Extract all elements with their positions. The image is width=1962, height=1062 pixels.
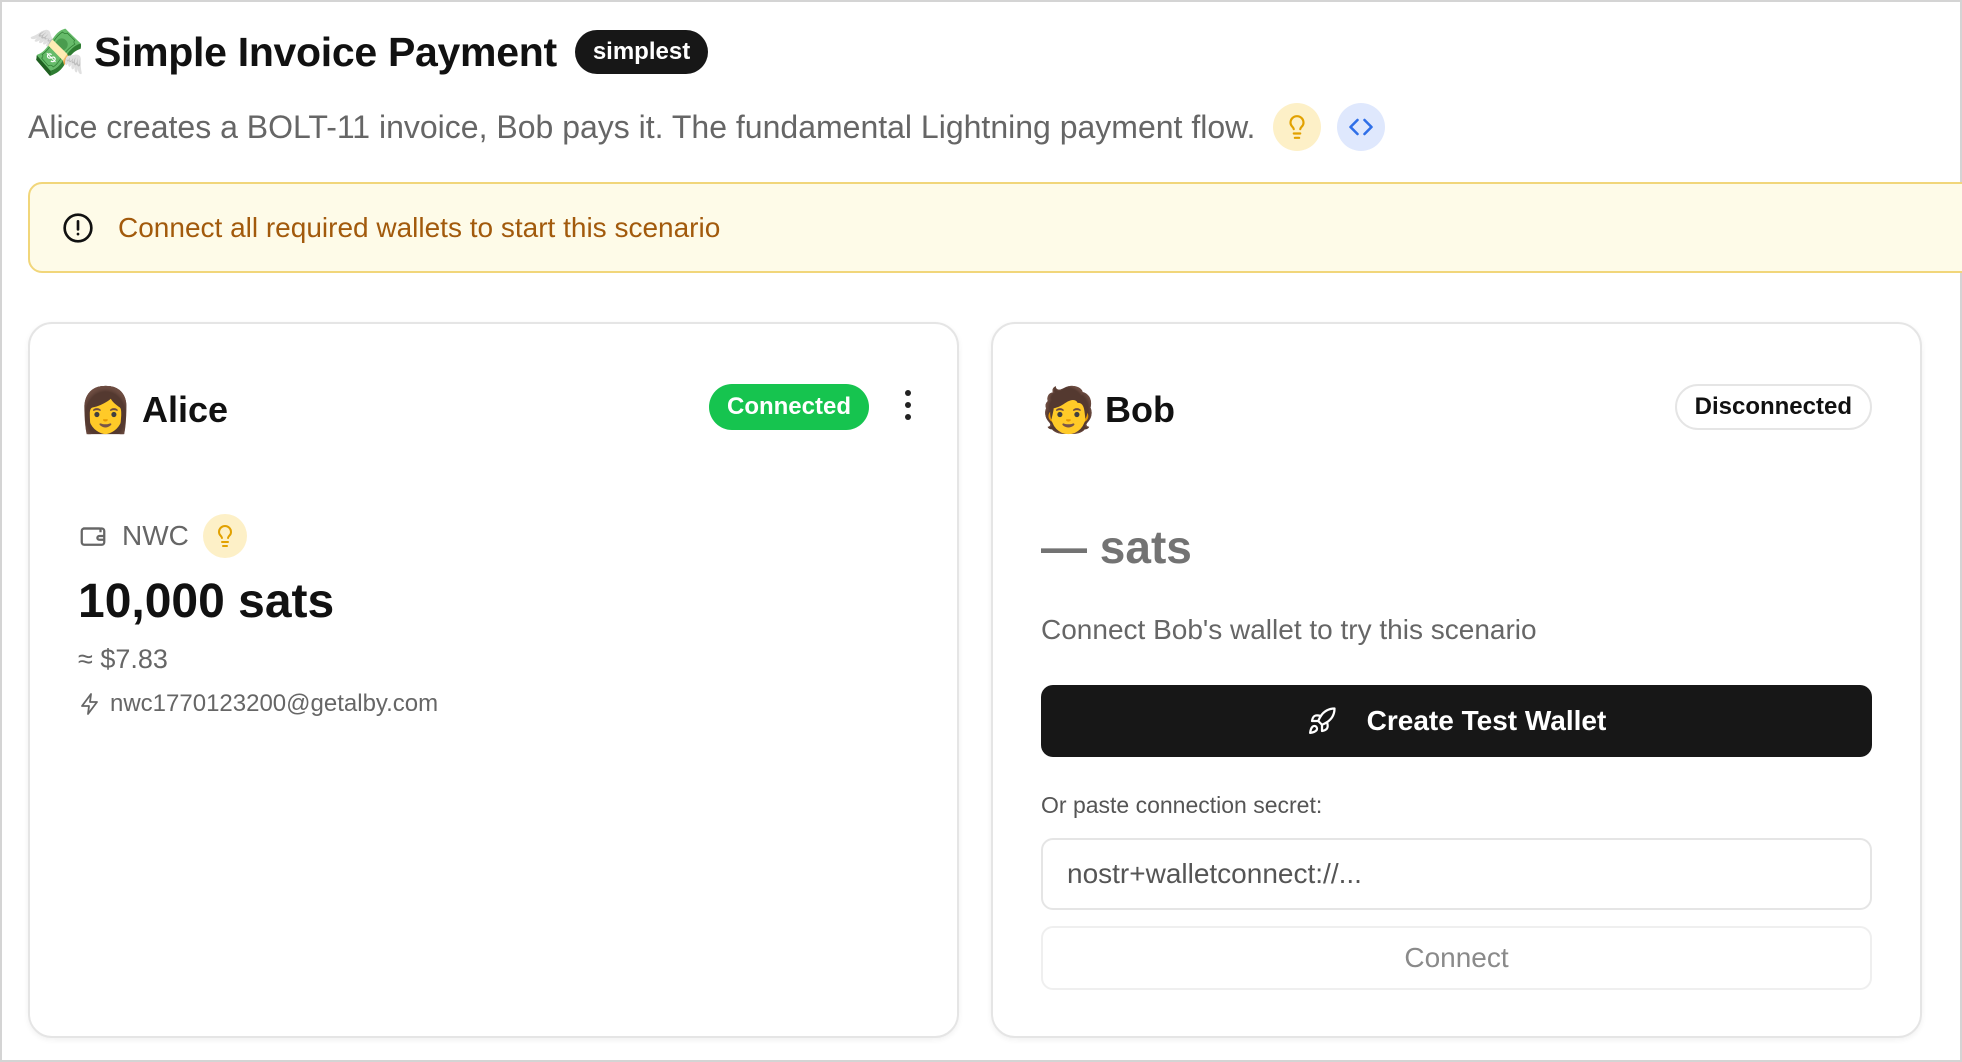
alice-status-badge: Connected bbox=[708, 384, 869, 430]
paste-secret-label: Or paste connection secret: bbox=[1041, 792, 1323, 818]
money-wings-emoji-icon: 💸 bbox=[28, 25, 86, 78]
bob-connect-hint: Connect Bob's wallet to try this scenari… bbox=[1041, 614, 1537, 645]
wallet-type-label: NWC bbox=[122, 520, 189, 551]
scenario-header: 💸 Simple Invoice Payment simplest bbox=[28, 24, 709, 80]
page-title: Simple Invoice Payment bbox=[94, 28, 557, 75]
tips-button[interactable] bbox=[1273, 103, 1322, 151]
rocket-icon bbox=[1308, 707, 1336, 734]
create-test-wallet-button[interactable]: Create Test Wallet bbox=[1041, 685, 1872, 757]
connection-secret-input[interactable] bbox=[1041, 838, 1872, 910]
alice-more-options-icon[interactable] bbox=[903, 390, 913, 424]
code-icon bbox=[1349, 118, 1374, 136]
alert-text: Connect all required wallets to start th… bbox=[118, 211, 721, 243]
alice-wallet-card: 👩 Alice Connected NWC 10,000 sats ≈ $7.8… bbox=[28, 322, 959, 1038]
alice-balance: 10,000 sats bbox=[78, 575, 335, 628]
alice-card-header: 👩 Alice bbox=[78, 380, 228, 440]
alice-avatar-icon: 👩 bbox=[78, 386, 133, 435]
bob-wallet-card: 🧑 Bob Disconnected — sats Connect Bob's … bbox=[991, 322, 1922, 1038]
create-test-wallet-label: Create Test Wallet bbox=[1366, 705, 1607, 736]
bob-balance: — sats bbox=[1041, 521, 1192, 573]
wallet-tip-button[interactable] bbox=[202, 514, 247, 558]
scenario-description-text: Alice creates a BOLT-11 invoice, Bob pay… bbox=[28, 108, 1256, 145]
lightning-bolt-icon bbox=[81, 693, 98, 715]
lightbulb-icon bbox=[217, 525, 232, 547]
alice-name: Alice bbox=[142, 389, 229, 430]
lightbulb-icon bbox=[1289, 115, 1305, 139]
bob-avatar-icon: 🧑 bbox=[1041, 386, 1096, 435]
connect-button[interactable]: Connect bbox=[1041, 926, 1872, 990]
bob-name: Bob bbox=[1105, 389, 1175, 430]
wallet-icon bbox=[80, 527, 106, 546]
alice-lightning-address: nwc1770123200@getalby.com bbox=[78, 690, 438, 718]
wallet-required-alert: Connect all required wallets to start th… bbox=[28, 182, 1962, 273]
view-code-button[interactable] bbox=[1337, 103, 1386, 151]
bob-status-badge: Disconnected bbox=[1674, 384, 1872, 430]
scenario-description: Alice creates a BOLT-11 invoice, Bob pay… bbox=[28, 103, 1386, 151]
alice-fiat-balance: ≈ $7.83 bbox=[78, 644, 168, 674]
lightning-address-text: nwc1770123200@getalby.com bbox=[110, 690, 439, 717]
alice-wallet-type: NWC bbox=[78, 514, 247, 558]
bob-card-header: 🧑 Bob bbox=[1041, 380, 1175, 440]
difficulty-badge: simplest bbox=[574, 30, 709, 74]
alert-circle-icon bbox=[63, 212, 93, 243]
